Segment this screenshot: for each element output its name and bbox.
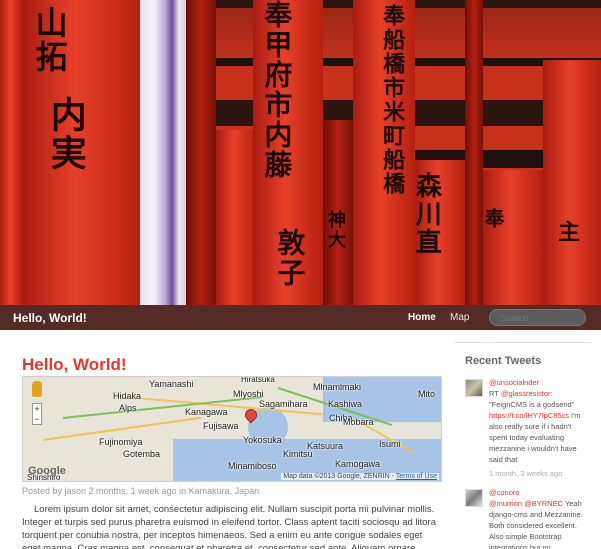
map-zoom-control: + −: [32, 403, 42, 425]
map-label: Mito: [418, 389, 436, 399]
tweet-prefix: RT: [489, 389, 499, 398]
zoom-out-button[interactable]: −: [33, 414, 41, 424]
hero-banner-image: 山拓 内実 奉甲府市内藤 奉船橋市米町船橋 森川直 敦子 神大 奉 主: [0, 0, 601, 330]
hero-glyph: 奉: [481, 208, 505, 230]
map-label: Mlyoshi: [233, 389, 264, 399]
nav-map-link[interactable]: Map: [450, 312, 469, 323]
zoom-in-button[interactable]: +: [33, 404, 41, 414]
sidebar-divider: [454, 342, 591, 343]
map-label: Yamanashi: [149, 379, 194, 389]
map-label: Sagamihara: [259, 399, 308, 409]
tweet-mention-link[interactable]: @glassresistor:: [501, 389, 553, 398]
embedded-map[interactable]: + − Yamanashi Hiratsuka Hidaka Mlyoshi M…: [22, 376, 442, 482]
tweet-mention-link[interactable]: @murrion @BYRNEC: [489, 499, 563, 508]
map-label: Alps: [119, 403, 137, 413]
map-label: Fujinomiya: [99, 437, 143, 447]
map-label: Kimitsu: [283, 449, 313, 459]
map-label: Mobara: [343, 417, 374, 427]
hero-glyph: 奉甲府市内藤: [260, 0, 294, 180]
map-label: Kamogawa: [335, 459, 381, 469]
tweet-user-link[interactable]: @conoro: [489, 487, 585, 498]
map-label: Yokosuka: [243, 435, 282, 445]
map-label: Hidaka: [113, 391, 142, 401]
post-title[interactable]: Hello, World!: [22, 355, 127, 375]
map-attribution-text: Map data ©2013 Google, ZENRIN -: [283, 473, 394, 480]
tweet-time[interactable]: 1 month, 3 weeks ago: [489, 468, 585, 479]
sidebar-title: Recent Tweets: [465, 355, 542, 367]
hero-glyph: 山拓: [30, 6, 69, 74]
map-attribution: Map data ©2013 Google, ZENRIN - Terms of…: [281, 473, 439, 480]
avatar[interactable]: [465, 379, 483, 397]
nav-home-link[interactable]: Home: [408, 312, 436, 323]
hero-glyph: 森川直: [411, 172, 442, 256]
tweet-quote: "FeignCMS is a godsend": [489, 400, 575, 409]
white-cloth: [140, 0, 186, 305]
post-meta: Posted by jason 2 months, 1 week ago in …: [22, 486, 260, 496]
google-logo[interactable]: Google: [28, 465, 66, 477]
map-label: Hiratsuka: [241, 376, 275, 384]
post-body: Lorem ipsum dolor sit amet, consectetur …: [22, 504, 437, 549]
tweet-item: @conoro @murrion @BYRNEC Yeah django-cms…: [465, 487, 585, 549]
map-label: Mlnamlmaki: [313, 382, 362, 392]
hero-glyph: 神大: [324, 210, 346, 250]
search-input[interactable]: [489, 309, 586, 326]
avatar[interactable]: [465, 489, 483, 507]
hero-glyph: 敦子: [273, 228, 307, 288]
brand-link[interactable]: Hello, World!: [13, 311, 87, 325]
terms-of-use-link[interactable]: Terms of Use: [396, 473, 437, 480]
tweet-url-link[interactable]: https://t.co/lHY7lpC85cs: [489, 411, 569, 420]
map-label: Fujisawa: [203, 421, 239, 431]
map-label: Kashiwa: [328, 399, 363, 409]
hero-glyph: 主: [554, 220, 581, 244]
tweet-text: @murrion @BYRNEC Yeah django-cms and Mez…: [489, 498, 585, 549]
tweet-user-link[interactable]: @unsocialnder: [489, 377, 585, 388]
map-label: Kanagawa: [185, 407, 228, 417]
tweet-text: RT @glassresistor: "FeignCMS is a godsen…: [489, 388, 585, 465]
hero-glyph: 奉船橋市米町船橋: [379, 4, 406, 196]
tweet-item: @unsocialnder RT @glassresistor: "FeignC…: [465, 377, 585, 479]
hero-glyph: 内実: [44, 96, 87, 172]
map-label: Gotemba: [123, 449, 161, 459]
map-label: Minamiboso: [228, 461, 277, 471]
map-label: Isumi: [379, 439, 401, 449]
street-view-pegman-icon[interactable]: [32, 381, 42, 397]
